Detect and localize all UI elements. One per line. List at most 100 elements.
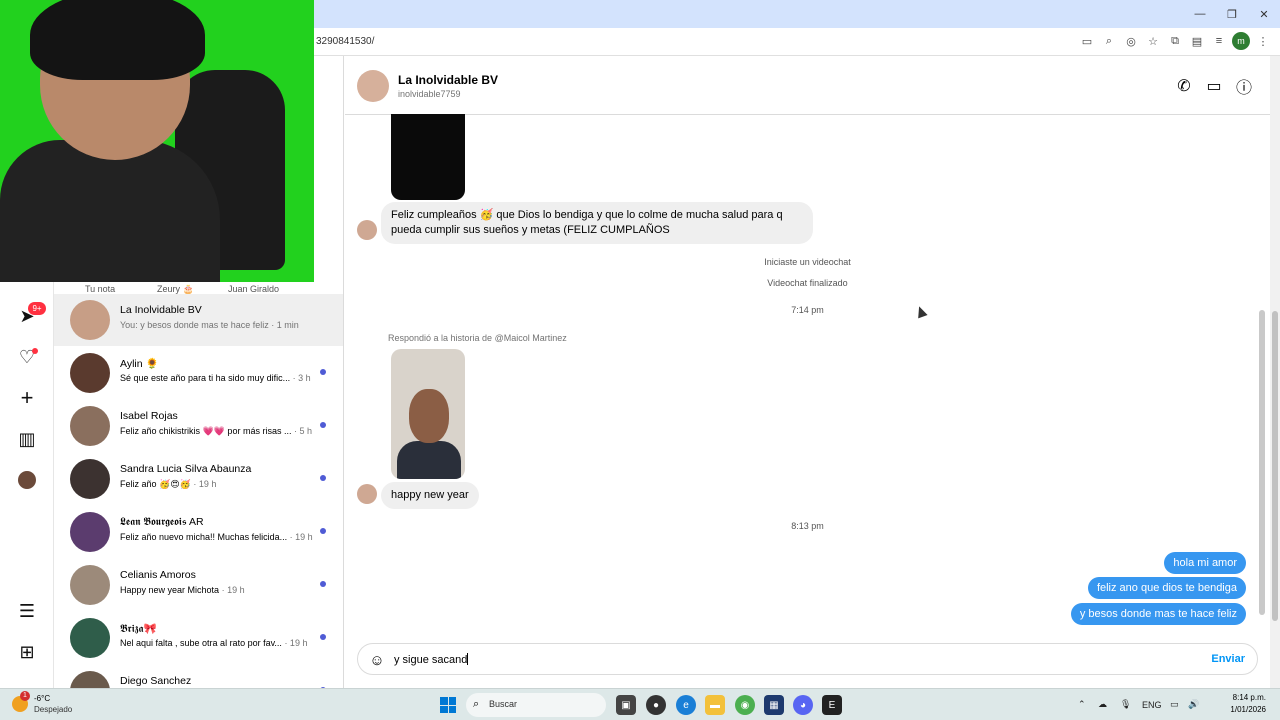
menu-icon[interactable]: ⋮ — [1254, 32, 1272, 50]
notifications-badge: 9+ — [28, 302, 46, 315]
timestamp: 8:13 pm — [791, 521, 824, 531]
unread-dot — [320, 528, 326, 534]
phone-icon[interactable]: ✆ — [1174, 76, 1194, 96]
taskbar-search[interactable]: ⌕ Buscar — [466, 693, 606, 717]
window-controls: — ❐ ✕ — [1184, 0, 1280, 28]
apps-grid-icon[interactable]: ⊞ — [15, 640, 39, 664]
conversation-item[interactable]: Celianis Amoros Happy new year Michota ·… — [54, 559, 343, 611]
page-scroll-thumb[interactable] — [1272, 311, 1278, 621]
eye-off-icon[interactable]: ◎ — [1122, 32, 1140, 50]
chat-scrollbar[interactable] — [1258, 115, 1266, 630]
app-icon[interactable]: ● — [646, 695, 666, 715]
timestamp: 7:14 pm — [791, 305, 824, 315]
task-view-icon[interactable]: ▣ — [616, 695, 636, 715]
message-bubble-incoming[interactable]: Feliz cumpleaños 🥳 que Dios lo bendiga y… — [381, 202, 813, 244]
display-icon[interactable]: ▭ — [1170, 699, 1179, 710]
message-bubble-outgoing[interactable]: feliz ano que dios te bendiga — [1087, 577, 1246, 599]
story-thumbnail[interactable] — [391, 349, 465, 479]
create-plus-icon[interactable]: + — [15, 385, 39, 410]
chat-scroll-thumb[interactable] — [1259, 310, 1265, 615]
avatar — [70, 406, 110, 446]
chrome-icon[interactable]: ◉ — [735, 695, 755, 715]
weather-condition: Despejado — [34, 705, 73, 714]
unread-dot — [320, 369, 326, 375]
contact-avatar[interactable] — [357, 70, 389, 102]
conversation-preview: Sé que este año para ti ha sido muy difi… — [120, 373, 311, 383]
discord-icon[interactable]: ◕ — [793, 695, 813, 715]
profile-avatar[interactable]: m — [1232, 32, 1250, 50]
info-icon[interactable]: ⓘ — [1234, 76, 1254, 97]
edge-icon[interactable]: e — [676, 695, 696, 715]
conversation-preview: Happy new year Michota · 19 h — [120, 585, 245, 595]
conversation-name: Celianis Amoros — [120, 569, 196, 581]
search-icon: ⌕ — [473, 698, 480, 710]
message-composer: ☺ y sigue sacand Enviar — [357, 643, 1258, 675]
conversation-name: Aylin 🌻 — [120, 358, 159, 370]
conversation-item[interactable]: Diego Sanchez — [54, 665, 343, 688]
clock[interactable]: 8:14 p.m. 1/01/2026 — [1230, 692, 1266, 716]
file-explorer-icon[interactable]: ▬ — [705, 695, 725, 715]
profile-avatar-nav[interactable] — [15, 468, 39, 492]
avatar — [70, 300, 110, 340]
conversation-item[interactable]: La Inolvidable BV You: y besos donde mas… — [54, 294, 343, 346]
store-icon[interactable]: ▦ — [764, 695, 784, 715]
epic-games-icon[interactable]: E — [822, 695, 842, 715]
clock-date: 1/01/2026 — [1230, 705, 1266, 714]
clock-time: 8:14 p.m. — [1232, 693, 1266, 702]
minimize-icon[interactable]: — — [1184, 0, 1216, 28]
more-menu-icon[interactable]: ☰ — [15, 599, 39, 623]
video-call-icon[interactable]: ▭ — [1204, 76, 1224, 96]
emoji-icon[interactable]: ☺ — [368, 651, 386, 669]
unread-dot — [320, 581, 326, 587]
note-label[interactable]: Tu nota — [85, 284, 115, 294]
start-icon[interactable] — [440, 697, 456, 713]
extensions-icon[interactable]: ⧉ — [1166, 32, 1184, 50]
conversation-item[interactable]: 𝕷𝖊𝖆𝖓 𝕭𝖔𝖚𝖗𝖌𝖊𝖔𝖎𝖘 AR Feliz año nuevo micha!… — [54, 506, 343, 558]
conversation-name: La Inolvidable BV — [120, 304, 202, 316]
webcam-overlay — [0, 0, 314, 282]
zoom-icon[interactable]: ⌕ — [1100, 32, 1118, 50]
conversation-name: 𝕷𝖊𝖆𝖓 𝕭𝖔𝖚𝖗𝖌𝖊𝖔𝖎𝖘 AR — [120, 516, 204, 528]
dashboard-icon[interactable]: ▥ — [15, 427, 39, 451]
story-person-face — [409, 389, 449, 443]
message-input[interactable]: y sigue sacand — [394, 653, 469, 666]
media-icon[interactable]: ≡ — [1210, 32, 1228, 50]
message-bubble-outgoing[interactable]: y besos donde mas te hace feliz — [1070, 603, 1246, 625]
conversation-item[interactable]: Aylin 🌻 Sé que este año para ti ha sido … — [54, 347, 343, 399]
conversation-item[interactable]: Isabel Rojas Feliz año chikistrikis 💗💗 p… — [54, 400, 343, 452]
close-icon[interactable]: ✕ — [1248, 0, 1280, 28]
sidepanel-icon[interactable]: ▤ — [1188, 32, 1206, 50]
conversation-item[interactable]: 𝕭𝖗𝖎𝖟𝖆🎀 Nel aqui falta , sube otra al rat… — [54, 612, 343, 664]
conversation-name: Isabel Rojas — [120, 410, 178, 422]
cast-icon[interactable]: ▭ — [1078, 32, 1096, 50]
sender-avatar — [357, 484, 377, 504]
volume-icon[interactable]: 🔊 — [1188, 699, 1199, 710]
toolbar-icons: ▭ ⌕ ◎ ☆ ⧉ ▤ ≡ m ⋮ — [1078, 32, 1272, 50]
note-label[interactable]: Juan Giraldo — [228, 284, 279, 294]
weather-temp: -6°C — [34, 694, 51, 703]
system-message: Iniciaste un videochat — [764, 257, 851, 267]
chat-panel: La Inolvidable BV inolvidable7759 ✆ ▭ ⓘ … — [345, 56, 1270, 688]
unread-dot — [320, 422, 326, 428]
restore-icon[interactable]: ❐ — [1216, 0, 1248, 28]
contact-name[interactable]: La Inolvidable BV — [398, 73, 498, 87]
address-bar[interactable]: 3290841530/ — [316, 36, 374, 47]
mic-icon[interactable]: 🎙 — [1120, 699, 1131, 710]
message-bubble-incoming[interactable]: happy new year — [381, 482, 479, 509]
conversation-name: 𝕭𝖗𝖎𝖟𝖆🎀 — [120, 623, 157, 635]
conversation-preview: You: y besos donde mas te hace feliz · 1… — [120, 320, 299, 330]
send-button[interactable]: Enviar — [1211, 653, 1245, 665]
chat-header-actions: ✆ ▭ ⓘ — [1174, 76, 1254, 97]
windows-taskbar: 1 -6°C Despejado ⌕ Buscar ▣ ● e ▬ ◉ ▦ ◕ … — [0, 688, 1280, 720]
cloud-icon[interactable]: ☁ — [1098, 699, 1107, 710]
avatar — [70, 565, 110, 605]
message-bubble-outgoing[interactable]: hola mi amor — [1164, 552, 1246, 574]
conversation-item[interactable]: Sandra Lucia Silva Abaunza Feliz año 🥳😍🥳… — [54, 453, 343, 505]
star-icon[interactable]: ☆ — [1144, 32, 1162, 50]
chevron-up-icon[interactable]: ⌃ — [1078, 699, 1086, 710]
language-indicator[interactable]: ENG — [1142, 700, 1162, 710]
conversation-preview: Nel aqui falta , sube otra al rato por f… — [120, 638, 308, 648]
avatar — [70, 459, 110, 499]
shared-media-thumbnail[interactable] — [391, 114, 465, 200]
page-scrollbar[interactable] — [1270, 56, 1280, 688]
